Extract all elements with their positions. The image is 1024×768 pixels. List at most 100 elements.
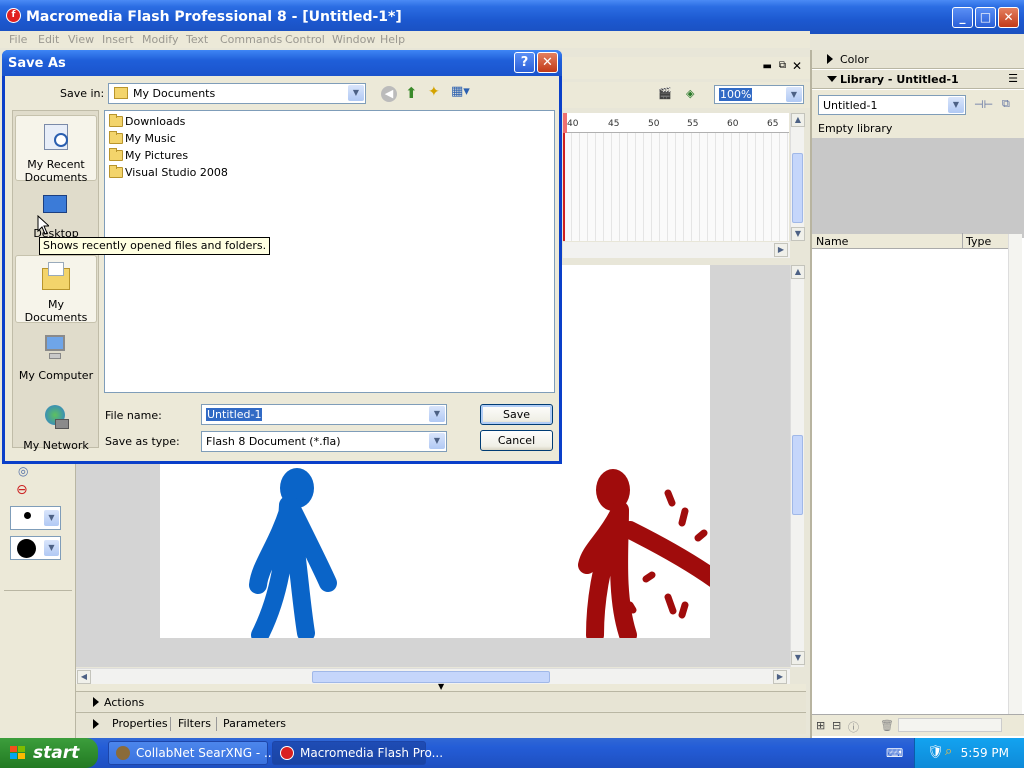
brush-size-select[interactable]: ▼ <box>10 506 61 530</box>
scroll-thumb[interactable] <box>792 435 803 515</box>
up-folder-icon[interactable]: ⬆ <box>405 84 418 102</box>
edit-scene-icon[interactable]: 🎬 <box>658 87 672 100</box>
color-panel-header[interactable]: Color <box>812 50 1024 69</box>
menu-insert[interactable]: Insert <box>102 33 134 46</box>
library-footer: ⊞ ⊟ ⓘ 🗑 <box>812 714 1024 736</box>
pin-icon[interactable]: ⊣⊢ <box>974 98 993 111</box>
window-titlebar[interactable]: f Macromedia Flash Professional 8 - [Unt… <box>0 0 1024 34</box>
new-folder-icon[interactable]: ⊟ <box>832 719 841 732</box>
scroll-right-icon[interactable]: ▶ <box>773 670 787 684</box>
blue-stick-figure[interactable] <box>249 468 337 638</box>
scroll-thumb[interactable] <box>792 153 803 223</box>
stage-vscroll[interactable]: ▲ ▼ <box>790 265 805 667</box>
menu-commands[interactable]: Commands <box>220 33 282 46</box>
collapse-arrow-icon[interactable]: ▼ <box>438 682 444 691</box>
place-my-computer[interactable]: My Computer <box>15 327 97 393</box>
panel-options-icon[interactable]: ☰ <box>1008 72 1018 85</box>
properties-icon[interactable]: ⓘ <box>848 719 859 735</box>
list-item-my-pictures[interactable]: My Pictures <box>107 147 197 164</box>
empty-library-label: Empty library <box>818 122 893 135</box>
taskbar-item-flash[interactable]: Macromedia Flash Pro... <box>272 741 443 765</box>
start-button[interactable]: start <box>0 738 98 768</box>
library-toolbar: Untitled-1 ▼ ⊣⊢ ⧉ Empty library <box>812 90 1024 138</box>
save-type-label: Save as type: <box>105 435 180 448</box>
scroll-down-icon[interactable]: ▼ <box>791 651 805 665</box>
keyboard-icon[interactable]: ⌨ <box>886 746 903 760</box>
object-drawing-icon[interactable]: ◎ <box>18 464 28 478</box>
timeline-frames[interactable] <box>563 133 789 241</box>
dialog-close-button[interactable]: ✕ <box>537 52 558 73</box>
ruler-tick: 50 <box>648 119 660 129</box>
minimize-doc-icon[interactable]: ▬ <box>763 61 772 72</box>
scroll-up-icon[interactable]: ▲ <box>791 113 805 127</box>
close-doc-icon[interactable]: ✕ <box>792 59 802 73</box>
timeline-hscroll[interactable]: ▶ <box>563 242 790 258</box>
brush-shape-select[interactable]: ▼ <box>10 536 61 560</box>
restore-doc-icon[interactable]: ⧉ <box>779 60 786 71</box>
expand-arrow-icon[interactable] <box>93 719 99 729</box>
search-icon[interactable]: ⌕ <box>945 744 952 759</box>
place-my-recent-documents[interactable]: My Recent Documents <box>15 115 97 184</box>
maximize-button[interactable]: □ <box>975 7 996 28</box>
library-document-select[interactable]: Untitled-1 ▼ <box>818 95 966 115</box>
menu-help[interactable]: Help <box>380 33 405 46</box>
file-name-label: File name: <box>105 409 162 422</box>
red-stick-figure[interactable] <box>578 469 710 638</box>
place-my-network[interactable]: My Network <box>15 397 97 463</box>
timeline-vscroll[interactable]: ▲ ▼ <box>790 113 805 241</box>
menu-window[interactable]: Window <box>332 33 375 46</box>
scroll-down-icon[interactable]: ▼ <box>791 227 805 241</box>
menu-file[interactable]: File <box>9 33 27 46</box>
tab-properties[interactable]: Properties <box>112 717 168 730</box>
edit-symbols-icon[interactable]: ◈ <box>686 87 694 100</box>
timeline-ruler[interactable]: 40 45 50 55 60 65 <box>563 113 789 133</box>
column-name-header[interactable]: Name <box>816 235 848 248</box>
scroll-thumb[interactable] <box>312 671 550 683</box>
file-name-field[interactable]: Untitled-1 ▼ <box>201 404 447 425</box>
menu-control[interactable]: Control <box>285 33 325 46</box>
menu-text[interactable]: Text <box>186 33 208 46</box>
minimize-button[interactable]: _ <box>952 7 973 28</box>
save-button[interactable]: Save <box>480 404 553 425</box>
blue-figure-body <box>249 496 337 638</box>
tab-parameters[interactable]: Parameters <box>223 717 286 730</box>
save-in-select[interactable]: My Documents ▼ <box>108 83 366 104</box>
new-symbol-icon[interactable]: ⊞ <box>816 719 825 732</box>
library-scrollbar[interactable] <box>1008 234 1022 714</box>
back-icon[interactable]: ◀ <box>381 86 397 102</box>
new-folder-icon[interactable]: ✦ <box>428 84 440 100</box>
tab-filters[interactable]: Filters <box>178 717 211 730</box>
panel-splitter[interactable]: ▼ <box>76 682 806 691</box>
views-menu-icon[interactable]: ▦▾ <box>451 84 470 99</box>
help-button[interactable]: ? <box>514 52 535 73</box>
save-type-select[interactable]: Flash 8 Document (*.fla) ▼ <box>201 431 447 452</box>
save-type-value: Flash 8 Document (*.fla) <box>206 435 341 448</box>
column-type-header[interactable]: Type <box>966 235 991 248</box>
list-item-my-music[interactable]: My Music <box>107 130 197 147</box>
scroll-left-icon[interactable]: ◀ <box>77 670 91 684</box>
list-item-visual-studio-2008[interactable]: Visual Studio 2008 <box>107 164 228 181</box>
close-button[interactable]: ✕ <box>998 7 1019 28</box>
place-my-documents[interactable]: My Documents <box>15 255 97 324</box>
actions-panel-header[interactable]: Actions <box>76 691 806 711</box>
taskbar-item-searxng[interactable]: CollabNet SearXNG - ... <box>108 741 275 765</box>
library-hscroll[interactable] <box>898 718 1002 732</box>
stage-hscroll[interactable]: ◀ ▶ <box>76 668 790 684</box>
scroll-right-icon[interactable]: ▶ <box>774 243 788 257</box>
chevron-down-icon: ▼ <box>948 97 964 113</box>
dialog-titlebar[interactable]: Save As ? ✕ <box>2 50 562 76</box>
trash-icon[interactable]: 🗑 <box>880 719 894 732</box>
menu-view[interactable]: View <box>68 33 94 46</box>
new-library-icon[interactable]: ⧉ <box>1002 97 1010 111</box>
menu-modify[interactable]: Modify <box>142 33 178 46</box>
list-item-downloads[interactable]: Downloads <box>107 113 197 130</box>
folder-icon <box>109 148 123 161</box>
playhead[interactable] <box>563 113 567 133</box>
zoom-select[interactable]: 100% ▼ <box>714 85 804 104</box>
brush-mode-icon[interactable]: ⊖ <box>16 482 28 498</box>
cancel-button[interactable]: Cancel <box>480 430 553 451</box>
library-panel-header[interactable]: Library - Untitled-1 ☰ <box>812 70 1024 89</box>
scroll-up-icon[interactable]: ▲ <box>791 265 805 279</box>
network-icon[interactable]: 🛡 <box>927 745 944 760</box>
menu-edit[interactable]: Edit <box>38 33 59 46</box>
